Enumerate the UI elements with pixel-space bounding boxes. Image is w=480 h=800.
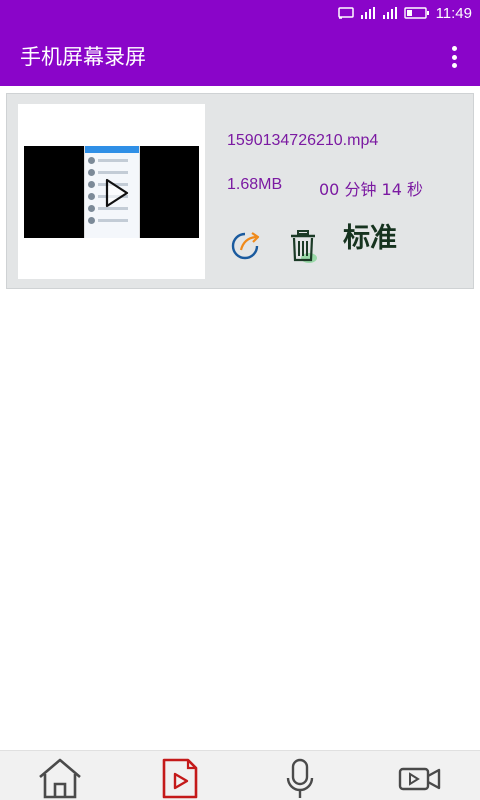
battery-icon xyxy=(403,7,430,19)
status-bar: 11:49 xyxy=(0,0,480,26)
quality-label[interactable]: 标准 xyxy=(343,216,397,255)
signal-icon xyxy=(360,7,376,19)
home-icon xyxy=(39,758,81,799)
nav-item-home[interactable] xyxy=(0,751,120,800)
app-bar: 手机屏幕录屏 xyxy=(0,26,480,86)
nav-item-videos[interactable] xyxy=(120,751,240,800)
duration: 00 分钟 14 秒 xyxy=(319,180,423,199)
play-icon[interactable] xyxy=(104,178,130,208)
signal-icon xyxy=(382,7,398,19)
app-title: 手机屏幕录屏 xyxy=(20,45,146,69)
share-icon[interactable] xyxy=(227,228,263,264)
bottom-nav xyxy=(0,750,480,800)
nav-item-record[interactable] xyxy=(360,751,480,800)
video-thumbnail[interactable] xyxy=(18,104,205,279)
trash-icon[interactable] xyxy=(287,228,319,264)
video-file-icon xyxy=(162,758,198,799)
more-vert-icon[interactable] xyxy=(442,44,466,70)
video-camera-icon xyxy=(398,767,441,791)
cast-icon xyxy=(337,7,354,19)
status-time: 11:49 xyxy=(435,4,472,22)
microphone-icon xyxy=(286,758,314,798)
file-size: 1.68MB xyxy=(227,176,283,193)
recording-card[interactable]: 1590134726210.mp4 1.68MB 00 分钟 14 秒 标准 xyxy=(6,93,474,289)
file-name: 1590134726210.mp4 xyxy=(227,132,379,149)
nav-item-audio[interactable] xyxy=(240,751,360,800)
